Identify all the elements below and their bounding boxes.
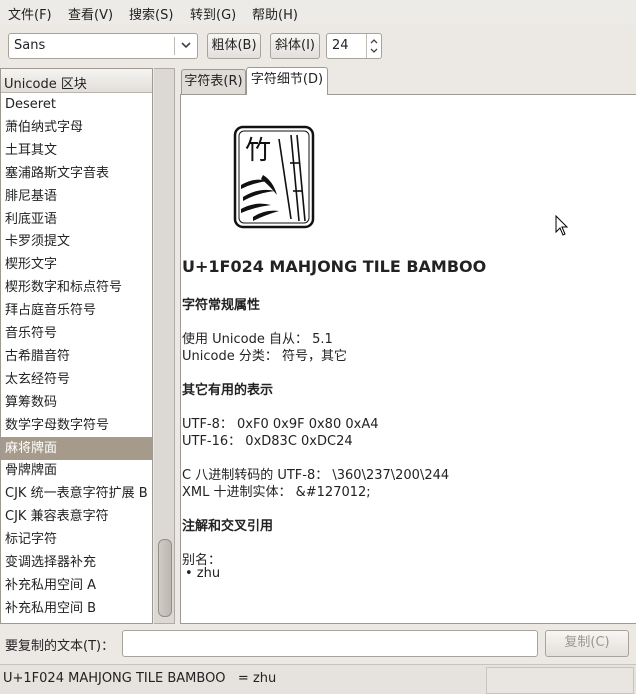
- mouse-pointer-icon: [555, 215, 569, 236]
- list-column-header[interactable]: Unicode 区块: [1, 69, 152, 93]
- alias-item: • zhu: [185, 566, 221, 581]
- font-size-spinner[interactable]: 24: [326, 33, 382, 59]
- copy-text-label: 要复制的文本(T)：: [5, 639, 115, 654]
- spin-arrows-icon[interactable]: [367, 34, 381, 58]
- list-item[interactable]: 土耳其文: [1, 139, 152, 162]
- representations-heading: 其它有用的表示: [182, 383, 274, 398]
- scrollbar-thumb[interactable]: [158, 539, 172, 617]
- font-family-value: Sans: [14, 38, 46, 53]
- list-item[interactable]: 算筹数码: [1, 391, 152, 414]
- list-item[interactable]: 补充私用空间 A: [1, 574, 152, 597]
- combo-separator: [174, 37, 175, 55]
- unicode-block-list[interactable]: Unicode 区块 Deseret 萧伯纳式字母 土耳其文 塞浦路斯文字音表 腓尼基语…: [0, 68, 153, 624]
- menu-file[interactable]: 文件(F): [8, 4, 52, 23]
- menu-help[interactable]: 帮助(H): [252, 4, 298, 23]
- list-item[interactable]: CJK 统一表意字符扩展 B: [1, 482, 152, 505]
- list-item[interactable]: 楔形数字和标点符号: [1, 276, 152, 299]
- list-item[interactable]: 拜占庭音乐符号: [1, 299, 152, 322]
- list-item[interactable]: 塞浦路斯文字音表: [1, 162, 152, 185]
- copy-text-input[interactable]: [122, 630, 538, 657]
- character-detail-pane: 竹 U+1F024 MAHJONG TILE BAMBOO 字符常规属性 使用 …: [180, 94, 636, 624]
- general-properties-heading: 字符常规属性: [182, 298, 261, 313]
- list-item[interactable]: 古希腊音符: [1, 345, 152, 368]
- menu-goto[interactable]: 转到(G): [190, 4, 236, 23]
- menu-search[interactable]: 搜索(S): [129, 4, 173, 23]
- chevron-down-icon[interactable]: [180, 38, 192, 52]
- character-title: U+1F024 MAHJONG TILE BAMBOO: [182, 257, 487, 276]
- xml-entity-value: XML 十进制实体： &#127012;: [182, 485, 371, 500]
- list-item[interactable]: 利底亚语: [1, 208, 152, 231]
- list-item[interactable]: CJK 兼容表意字符: [1, 505, 152, 528]
- spinner-arrows[interactable]: [366, 34, 381, 58]
- list-item[interactable]: 补充私用空间 B: [1, 597, 152, 620]
- unicode-category: Unicode 分类： 符号，其它: [182, 349, 347, 364]
- tab-character-detail[interactable]: 字符细节(D): [246, 67, 328, 95]
- statusbar: U+1F024 MAHJONG TILE BAMBOO = zhu: [0, 664, 636, 694]
- tab-character-table[interactable]: 字符表(R): [181, 69, 246, 94]
- list-item[interactable]: Deseret: [1, 93, 152, 116]
- list-scrollbar[interactable]: [154, 68, 175, 624]
- menubar: 文件(F) 查看(V) 搜索(S) 转到(G) 帮助(H): [0, 0, 636, 24]
- list-header-label: Unicode 区块: [4, 77, 87, 92]
- list-item[interactable]: 卡罗须提文: [1, 230, 152, 253]
- copy-button[interactable]: 复制(C): [545, 630, 629, 657]
- list-item[interactable]: 腓尼基语: [1, 185, 152, 208]
- bold-button[interactable]: 粗体(B): [207, 33, 261, 59]
- status-text: U+1F024 MAHJONG TILE BAMBOO = zhu: [3, 671, 277, 686]
- list-item[interactable]: 骨牌牌面: [1, 459, 152, 482]
- font-size-value: 24: [332, 38, 349, 53]
- status-resize-panel: [486, 667, 634, 694]
- list-item[interactable]: 楔形文字: [1, 253, 152, 276]
- utf16-value: UTF-16： 0xD83C 0xDC24: [182, 434, 353, 449]
- list-item[interactable]: 变调选择器补充: [1, 551, 152, 574]
- list-item[interactable]: 萧伯纳式字母: [1, 116, 152, 139]
- list-item[interactable]: 标记字符: [1, 528, 152, 551]
- list-item[interactable]: 音乐符号: [1, 322, 152, 345]
- mahjong-bamboo-tile-glyph: 竹: [233, 125, 315, 229]
- list-item[interactable]: 太玄经符号: [1, 368, 152, 391]
- italic-button[interactable]: 斜体(I): [270, 33, 320, 59]
- menu-view[interactable]: 查看(V): [68, 4, 113, 23]
- svg-text:竹: 竹: [245, 136, 271, 166]
- annotations-heading: 注解和交叉引用: [182, 519, 274, 534]
- list-item[interactable]: 数学字母数字符号: [1, 414, 152, 437]
- font-family-combo[interactable]: Sans: [8, 33, 198, 59]
- list-item[interactable]: 麻将牌面: [1, 436, 152, 460]
